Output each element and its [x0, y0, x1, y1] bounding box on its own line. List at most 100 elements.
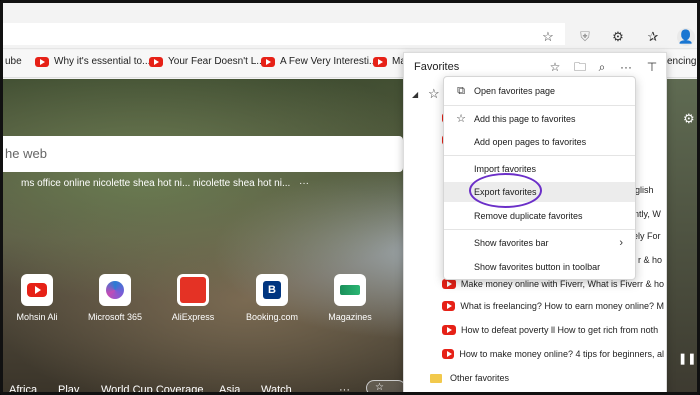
- collapse-arrow-icon[interactable]: ◢: [412, 90, 418, 99]
- quick-link-tile[interactable]: [21, 274, 53, 306]
- youtube-icon: [373, 56, 387, 67]
- other-favorites-folder[interactable]: Other favorites: [430, 373, 652, 383]
- menu-remove-duplicates[interactable]: Remove duplicate favorites: [444, 206, 635, 226]
- more-options-icon[interactable]: ···: [618, 59, 634, 75]
- youtube-icon: [35, 56, 49, 67]
- menu-label: Show favorites button in toolbar: [474, 262, 601, 272]
- menu-label: Show favorites bar: [474, 238, 549, 248]
- bookmark-item[interactable]: ube: [5, 56, 22, 67]
- trending-search-link[interactable]: nicolette shea hot ni...: [93, 178, 190, 189]
- youtube-icon: [27, 283, 47, 297]
- address-bar[interactable]: [3, 23, 565, 45]
- favorite-label: Make money online with Fiverr, What is F…: [460, 279, 664, 289]
- menu-label: Remove duplicate favorites: [474, 211, 583, 221]
- youtube-icon: [442, 301, 456, 311]
- add-favorite-icon[interactable]: ☆: [547, 59, 563, 75]
- quick-link-tile[interactable]: [99, 274, 131, 306]
- favorite-item[interactable]: How to defeat poverty ll How to get rich…: [442, 325, 664, 335]
- page-edge: ⚙ ❚❚: [667, 79, 697, 392]
- bookmark-item[interactable]: Your Fear Doesn't L...: [149, 56, 265, 67]
- personalize-button[interactable]: ☆: [366, 380, 406, 393]
- menu-import-favorites[interactable]: Import favorites: [444, 159, 635, 179]
- feed-more-button[interactable]: ···: [339, 384, 350, 392]
- profile-avatar-icon[interactable]: 👤: [677, 28, 695, 46]
- search-placeholder: he web: [5, 146, 47, 161]
- quick-link-label: AliExpress: [171, 312, 215, 322]
- bookmark-item[interactable]: Ma: [373, 56, 406, 67]
- add-folder-icon[interactable]: 🗀: [572, 59, 588, 75]
- bookmark-label: Your Fear Doesn't L...: [168, 56, 265, 67]
- quick-link-tile[interactable]: [177, 274, 209, 306]
- menu-label: Open favorites page: [474, 86, 556, 96]
- extensions-icon[interactable]: ⚙: [609, 28, 627, 46]
- settings-gear-icon[interactable]: ⚙: [683, 111, 695, 127]
- feed-tab-watch[interactable]: Watch: [261, 384, 292, 392]
- bookmark-item[interactable]: encing...: [667, 56, 700, 67]
- youtube-icon: [261, 56, 275, 67]
- menu-add-this-page[interactable]: ☆ Add this page to favorites: [444, 109, 635, 129]
- menu-label: Add this page to favorites: [474, 114, 576, 124]
- trending-more-button[interactable]: ···: [299, 178, 309, 189]
- favorites-collection-icon[interactable]: ✰: [644, 28, 662, 46]
- favorite-label: r & ho: [638, 255, 663, 265]
- web-search-box[interactable]: he web: [3, 136, 403, 172]
- menu-label: Add open pages to favorites: [474, 137, 587, 147]
- pin-icon[interactable]: ⊤: [644, 59, 660, 75]
- star-icon: ☆: [375, 382, 384, 393]
- favorite-label: ely For: [633, 231, 661, 241]
- open-external-icon: ⧉: [457, 85, 465, 97]
- menu-open-favorites-page[interactable]: ⧉ Open favorites page: [444, 81, 635, 101]
- favorites-bar-folder-icon: ☆: [428, 86, 440, 101]
- shield-icon[interactable]: ⛨: [576, 28, 594, 46]
- favorite-item[interactable]: Make money online with Fiverr, What is F…: [442, 279, 664, 289]
- bookmark-item[interactable]: A Few Very Interesti...: [261, 56, 377, 67]
- favorite-item[interactable]: ely For: [633, 231, 661, 241]
- menu-show-favorites-bar[interactable]: Show favorites bar ›: [444, 233, 635, 253]
- favorite-item[interactable]: What is freelancing? How to earn money o…: [442, 301, 664, 311]
- favorite-item[interactable]: r & ho: [638, 255, 662, 265]
- add-favorite-icon: ☆: [456, 113, 466, 125]
- bookmark-label: encing...: [667, 56, 700, 67]
- favorite-label: ntly, W: [634, 209, 661, 219]
- menu-divider: [444, 155, 635, 156]
- youtube-icon: [442, 325, 456, 335]
- favorite-item[interactable]: ntly, W: [634, 209, 661, 219]
- menu-show-favorites-button[interactable]: Show favorites button in toolbar: [444, 257, 635, 277]
- feed-tab-asia[interactable]: Asia: [219, 384, 240, 392]
- youtube-icon: [149, 56, 163, 67]
- feed-tab-africa[interactable]: Africa: [9, 384, 37, 392]
- magazines-icon: [340, 285, 360, 295]
- toolbar: ☆ ⛨ ⚙ ✰ 👤: [3, 3, 697, 49]
- highlight-circle-annotation: [469, 173, 542, 208]
- trending-search-link[interactable]: nicolette shea hot ni...: [193, 178, 290, 189]
- favorites-more-menu: ⧉ Open favorites page ☆ Add this page to…: [443, 76, 636, 280]
- quick-link-label: Mohsin Ali: [16, 312, 58, 322]
- folder-label: Other favorites: [450, 373, 510, 383]
- booking-icon: B: [263, 281, 281, 299]
- feed-tab-play[interactable]: Play: [58, 384, 79, 392]
- favorite-item[interactable]: How to make money online? 4 tips for beg…: [442, 349, 664, 359]
- microsoft365-icon: [106, 281, 124, 299]
- feed-tab-world-cup[interactable]: World Cup Coverage: [101, 384, 204, 392]
- favorite-label: How to make money online? 4 tips for beg…: [459, 349, 664, 359]
- search-icon[interactable]: ⌕: [594, 59, 610, 75]
- menu-divider: [444, 229, 635, 230]
- browser-window: ☆ ⛨ ⚙ ✰ 👤 ube Why it's essential to... Y…: [0, 0, 700, 395]
- favorite-label: What is freelancing? How to earn money o…: [460, 301, 664, 311]
- favorite-star-icon[interactable]: ☆: [539, 28, 557, 46]
- youtube-icon: [442, 349, 455, 359]
- favorites-title: Favorites: [414, 61, 460, 73]
- folder-icon: [430, 373, 442, 383]
- bookmark-label: ube: [5, 56, 22, 67]
- quick-link-label: Magazines: [328, 312, 372, 322]
- bookmark-label: A Few Very Interesti...: [280, 56, 378, 67]
- menu-divider: [444, 105, 635, 106]
- trending-search-link[interactable]: ms office online: [21, 178, 90, 189]
- quick-link-tile[interactable]: [334, 274, 366, 306]
- quick-link-tile[interactable]: B: [256, 274, 288, 306]
- quick-link-label: Booking.com: [245, 312, 299, 322]
- menu-add-open-pages[interactable]: Add open pages to favorites: [444, 132, 635, 152]
- bookmark-item[interactable]: Why it's essential to...: [35, 56, 150, 67]
- favorite-label: How to defeat poverty ll How to get rich…: [461, 325, 659, 335]
- pause-icon[interactable]: ❚❚: [678, 352, 696, 365]
